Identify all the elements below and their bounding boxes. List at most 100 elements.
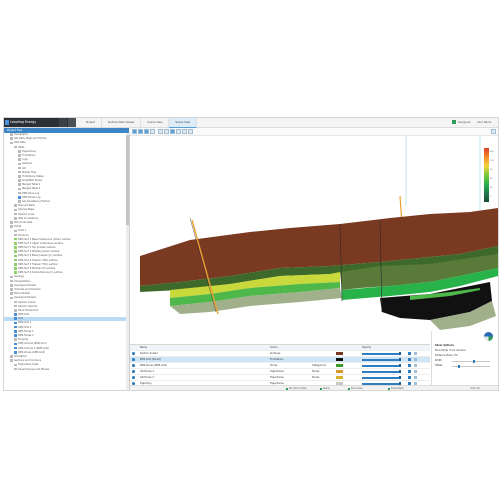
reset-view-icon[interactable] xyxy=(188,129,193,134)
visibility-eye-icon[interactable] xyxy=(132,358,135,361)
project-tree-pane: Topography GIS Data, Maps and Photos Well … xyxy=(4,133,130,390)
colour-swatch[interactable] xyxy=(336,370,343,374)
visibility-eye-icon[interactable] xyxy=(132,364,135,367)
object-info-icon[interactable] xyxy=(414,364,418,368)
object-info-icon[interactable] xyxy=(414,352,418,356)
tab-scene-view[interactable]: Scene View xyxy=(141,118,170,127)
tree-node-icon xyxy=(14,330,17,333)
visibility-eye-icon[interactable] xyxy=(132,352,135,355)
tree-node-icon xyxy=(18,183,21,187)
object-style[interactable]: Trajectories xyxy=(270,375,284,380)
color-scale-tick: 150 xyxy=(490,151,494,153)
slicer-tool-icon[interactable] xyxy=(138,129,143,134)
account-label[interactable]: Seequent xyxy=(452,118,470,127)
opacity-slider-knob[interactable] xyxy=(398,370,401,374)
opacity-slider[interactable] xyxy=(362,365,399,367)
settings-gear-icon[interactable] xyxy=(491,129,496,134)
orbit-icon[interactable] xyxy=(170,129,175,134)
back-button[interactable] xyxy=(59,118,67,127)
view-top-icon[interactable] xyxy=(158,129,163,134)
opacity-slider[interactable] xyxy=(362,377,399,379)
tab-project[interactable]: Project xyxy=(80,118,102,127)
slice-mode-select[interactable]: From Camera xyxy=(449,349,465,352)
zoom-icon[interactable] xyxy=(182,129,187,134)
tree-item-label: RMS Facies 1 xyxy=(18,329,34,333)
tree-node-icon xyxy=(14,325,17,329)
view-side-icon[interactable] xyxy=(164,129,169,134)
select-tool-icon[interactable] xyxy=(132,129,137,134)
tree-item-label: Formations Tables xyxy=(22,174,44,178)
colour-swatch[interactable] xyxy=(336,358,343,362)
tab-scene-view-active[interactable]: Scene View xyxy=(169,118,198,128)
object-settings-icon[interactable] xyxy=(408,364,412,368)
colour-swatch[interactable] xyxy=(336,352,343,356)
offset-slider[interactable] xyxy=(452,364,490,368)
colour-swatch[interactable] xyxy=(336,364,343,368)
pan-icon[interactable] xyxy=(176,129,181,134)
tree-node-icon xyxy=(14,346,17,350)
forward-button[interactable] xyxy=(68,118,76,127)
scrollbar-thumb[interactable] xyxy=(126,135,129,225)
tree-item-label: Well Data xyxy=(14,141,26,145)
status-item[interactable]: No Colour Scale xyxy=(286,386,306,390)
tree-node-icon xyxy=(10,225,13,228)
distance-plane-select[interactable]: Far xyxy=(454,354,458,357)
tree-node-icon xyxy=(10,221,13,224)
object-style[interactable]: Trajectories xyxy=(270,369,284,374)
object-settings-icon[interactable] xyxy=(408,370,412,374)
object-info-icon[interactable] xyxy=(414,370,418,374)
color-scale-tick: 90 xyxy=(490,169,493,171)
colour-swatch[interactable] xyxy=(336,376,343,380)
visibility-eye-icon[interactable] xyxy=(132,370,135,373)
visibility-eye-icon[interactable] xyxy=(132,376,135,379)
width-slider[interactable] xyxy=(452,359,490,363)
opacity-slider[interactable] xyxy=(362,359,399,361)
object-style[interactable]: Surfaces xyxy=(270,351,280,356)
color-scale-tick: 120 xyxy=(490,160,494,162)
tree-node-icon xyxy=(14,263,17,266)
object-settings-icon[interactable] xyxy=(408,358,412,362)
object-info-icon[interactable] xyxy=(414,358,418,362)
object-style[interactable]: Formations xyxy=(270,357,283,362)
scene-3d-viewport[interactable]: 150 120 90 60 30 0 xyxy=(130,136,498,344)
width-slider-knob[interactable] xyxy=(472,359,475,363)
draw-tool-icon[interactable] xyxy=(150,129,155,134)
tree-node-icon xyxy=(14,237,17,241)
tree-item[interactable]: Saved Scenes and Movies xyxy=(4,368,129,372)
app-window: Leapfrog Energy Project Surface Data Vie… xyxy=(3,117,499,391)
tree-item-label: Geological Models xyxy=(14,296,36,300)
tree-item-label: Formations xyxy=(22,153,36,157)
tree-node-icon xyxy=(14,350,17,354)
opacity-slider-knob[interactable] xyxy=(398,352,401,356)
orientation-compass-icon[interactable] xyxy=(484,332,493,341)
slice-mode-row: Slice Mode From Camera xyxy=(435,349,466,352)
tab-surface-data-viewer[interactable]: Surface Data Viewer xyxy=(102,118,142,127)
account-icon xyxy=(452,120,456,124)
object-info-icon[interactable] xyxy=(414,376,418,380)
shown-objects-list: Name Colour Opacity Section Scaled Surfac… xyxy=(130,344,430,390)
object-style[interactable]: Zones xyxy=(270,363,277,368)
opacity-slider-knob[interactable] xyxy=(398,358,401,362)
opacity-slider[interactable] xyxy=(362,353,399,355)
tree-node-icon xyxy=(18,200,21,203)
object-settings-icon[interactable] xyxy=(408,352,412,356)
status-item[interactable]: Full screen xyxy=(348,386,363,390)
tree-node-icon xyxy=(18,170,21,174)
tree-item-label: Sections and Contours xyxy=(14,359,42,363)
tree-node-icon xyxy=(14,338,17,341)
tree-item-label: Interpretation xyxy=(14,279,31,283)
project-tree-scrollbar[interactable] xyxy=(126,133,129,390)
tree-item-label: Simplified Facies xyxy=(22,179,43,183)
opacity-slider-knob[interactable] xyxy=(398,364,401,368)
object-settings-icon[interactable] xyxy=(408,376,412,380)
user-name[interactable]: User Name xyxy=(477,118,491,127)
color-scale-ticks: 150 120 90 60 30 0 xyxy=(490,148,494,202)
opacity-slider-knob[interactable] xyxy=(398,376,401,380)
offset-slider-knob[interactable] xyxy=(457,364,460,368)
tree-node-icon xyxy=(14,242,17,245)
opacity-slider[interactable] xyxy=(362,371,399,373)
ruler-tool-icon[interactable] xyxy=(144,129,149,134)
geological-model-render xyxy=(140,136,498,330)
tree-item-label: Simulation xyxy=(14,354,27,358)
tree-node-icon xyxy=(14,334,17,337)
